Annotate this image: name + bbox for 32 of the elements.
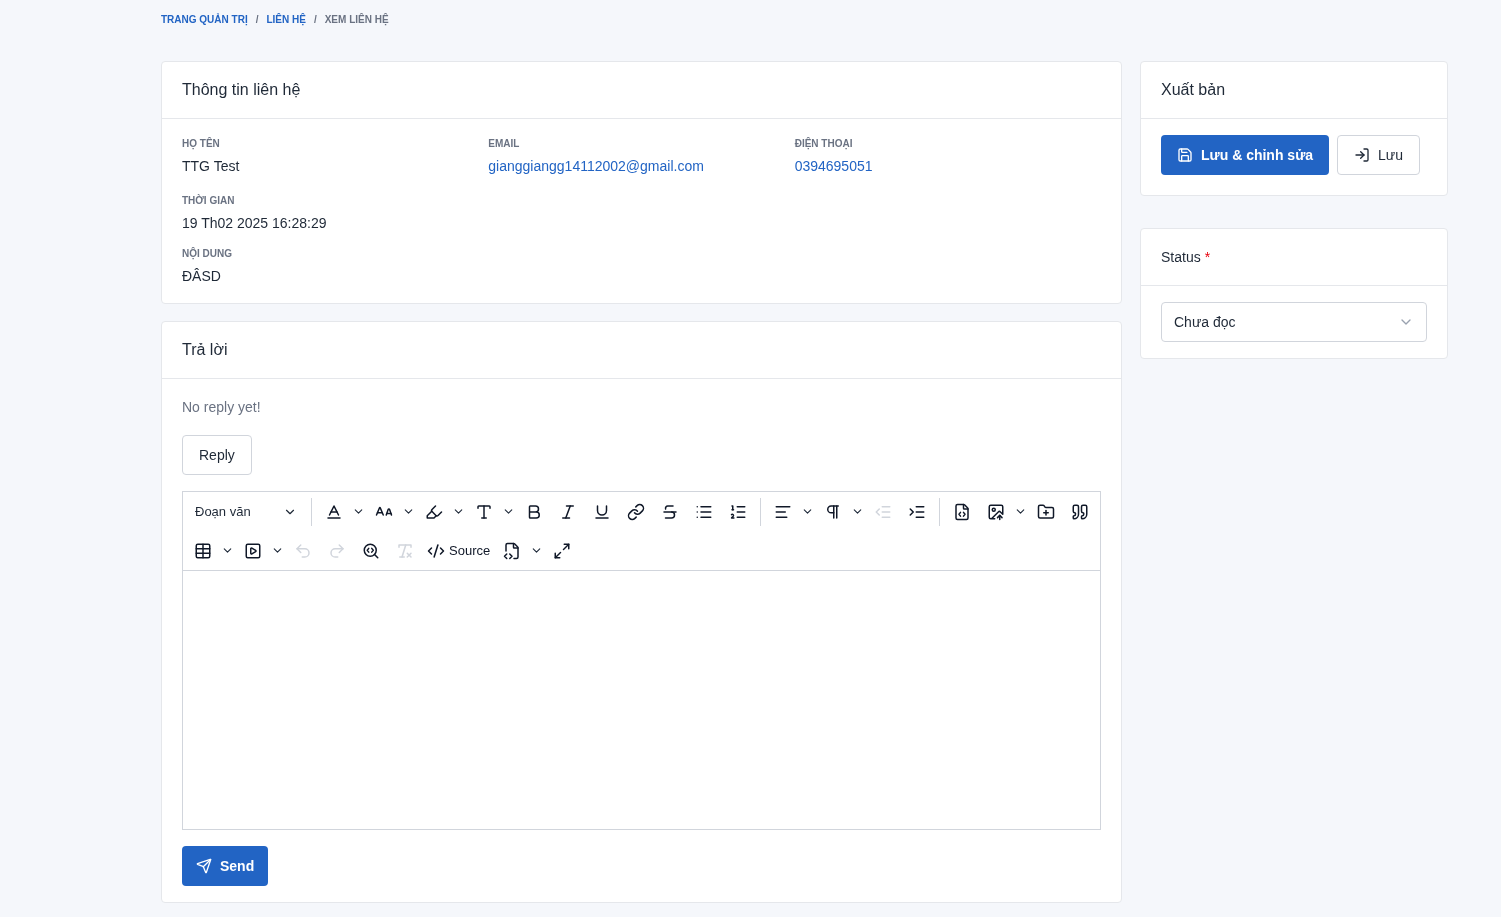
field-label: THỜI GIAN: [182, 193, 236, 208]
card-title: Status: [1161, 247, 1201, 267]
field-label: EMAIL: [488, 137, 521, 151]
breadcrumb-link[interactable]: LIÊN HỆ: [266, 11, 306, 27]
field-link[interactable]: gianggiangg14112002@gmail.com: [488, 156, 704, 177]
field-value: ĐÂSD: [182, 267, 221, 286]
field-value: TTG Test: [182, 157, 240, 176]
sign-in-icon: [1354, 147, 1371, 163]
send-button[interactable]: Send: [182, 846, 269, 886]
breadcrumb-link[interactable]: XEM LIÊN HỆ: [324, 11, 389, 27]
card-title: Thông tin liên hệ: [182, 80, 301, 100]
required-mark: *: [1204, 247, 1211, 267]
paragraph-select[interactable]: Đoạn văn: [187, 495, 306, 528]
field-value: 19 Th02 2025 16:28:29: [182, 214, 327, 233]
source-button[interactable]: Source: [423, 534, 495, 567]
field-label: ĐIỆN THOẠI: [794, 136, 854, 151]
save-button[interactable]: Lưu: [1337, 135, 1420, 175]
card-title: Xuất bản: [1161, 80, 1226, 100]
send-icon: [196, 858, 212, 874]
source-code-icon: [427, 541, 445, 560]
card-title: Trả lời: [182, 340, 228, 360]
empty-message: No reply yet!: [182, 398, 261, 417]
save-icon: [1177, 147, 1193, 163]
field-link[interactable]: 0394695051: [794, 156, 873, 177]
breadcrumb-separator: /: [255, 12, 259, 27]
reply-button[interactable]: Reply: [182, 435, 252, 475]
breadcrumb-link[interactable]: TRANG QUẢN TRỊ: [161, 11, 248, 27]
status-select[interactable]: Chưa đọc: [1161, 302, 1427, 342]
field-label: NỘI DUNG: [182, 246, 233, 261]
save-edit-button[interactable]: Lưu & chỉnh sửa: [1161, 135, 1330, 175]
field-label: HỌ TÊN: [182, 136, 221, 151]
breadcrumb-separator: /: [313, 12, 317, 27]
